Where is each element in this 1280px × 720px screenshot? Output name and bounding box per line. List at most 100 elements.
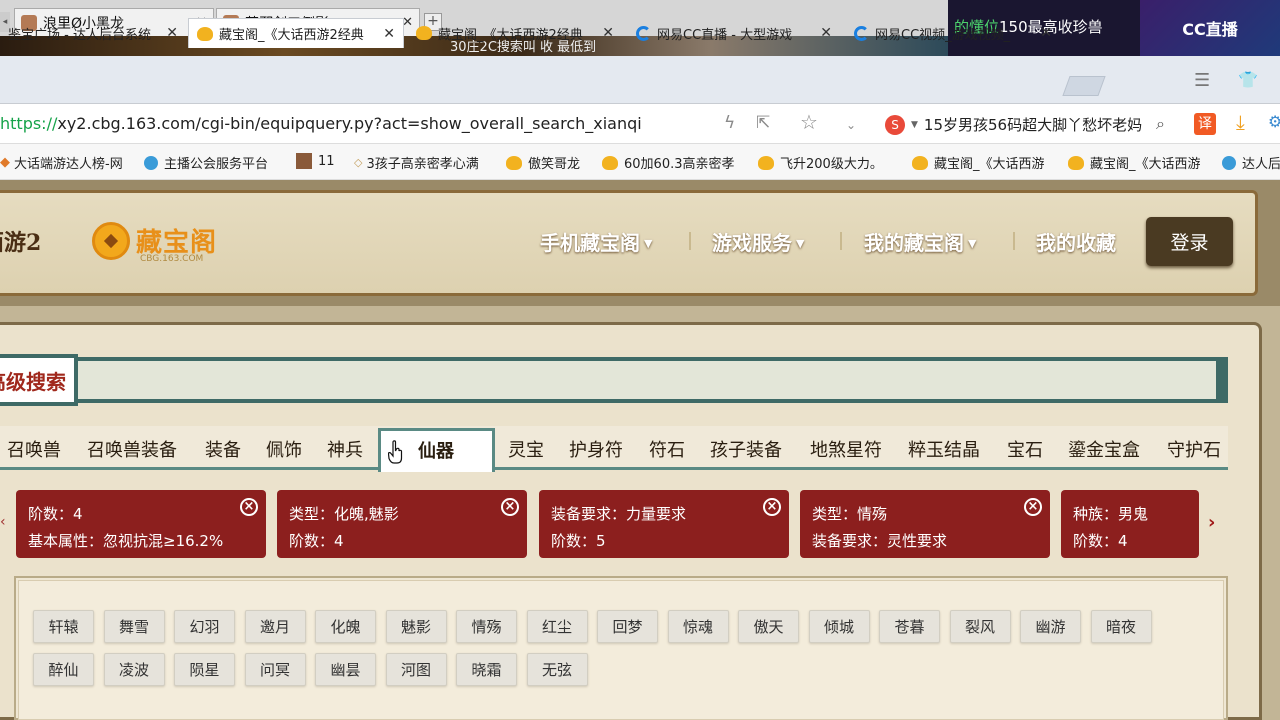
bookmark-favicon-icon <box>144 155 158 170</box>
type-option-chip[interactable]: 红尘 <box>526 610 588 643</box>
tab-child-equipment[interactable]: 孩子装备 <box>710 436 782 462</box>
favorite-star-icon[interactable]: ☆ <box>800 110 818 134</box>
close-icon[interactable]: ✕ <box>383 26 395 42</box>
remove-filter-icon[interactable]: × <box>240 498 258 516</box>
bookmark-1[interactable]: ◆ 大话端游达人榜-网 <box>0 153 136 172</box>
close-icon[interactable]: ✕ <box>166 25 178 41</box>
tab-gem[interactable]: 宝石 <box>1007 436 1043 462</box>
type-option-chip[interactable]: 化魄 <box>315 610 376 643</box>
tab-amulet[interactable]: 护身符 <box>569 436 623 462</box>
search-suggestion[interactable]: S ▼ 15岁男孩56码超大脚丫愁坏老妈 <box>885 114 1142 135</box>
download-icon[interactable]: ⤓ <box>1236 110 1245 134</box>
type-option-chip[interactable]: 惊魂 <box>667 610 729 643</box>
type-option-chip[interactable]: 陨星 <box>174 653 235 686</box>
type-option-chip[interactable]: 轩辕 <box>33 610 94 643</box>
sogou-search-icon: S <box>885 114 905 135</box>
remove-filter-icon[interactable]: × <box>1024 498 1042 516</box>
type-option-chip[interactable]: 幽昙 <box>315 653 376 686</box>
nav-divider <box>1013 232 1015 250</box>
browser-tab-2[interactable]: 藏宝阁_《大话西游2经典 ✕ <box>188 18 404 48</box>
remove-filter-icon[interactable]: × <box>501 498 519 516</box>
type-option-chip[interactable]: 凌波 <box>103 653 165 686</box>
type-option-chip[interactable]: 问冥 <box>244 653 306 686</box>
type-option-chip[interactable]: 回梦 <box>597 610 658 643</box>
cbg-favicon-icon <box>197 26 213 41</box>
type-option-chip[interactable]: 傲天 <box>738 610 799 643</box>
nav-my-cbg[interactable]: 我的藏宝阁 ▼ <box>864 227 976 256</box>
tab-accessory[interactable]: 佩饰 <box>266 436 302 462</box>
bookmark-10[interactable]: 达人后 <box>1222 153 1280 172</box>
bookmark-5[interactable]: 傲笑哥龙 <box>506 153 598 172</box>
type-options-inner <box>18 580 1224 720</box>
cbg-favicon-icon <box>416 26 432 40</box>
bookmark-6[interactable]: 60加60.3高亲密孝 <box>602 153 744 172</box>
type-option-chip[interactable]: 暗夜 <box>1090 610 1152 643</box>
bookmark-8[interactable]: 藏宝阁_《大话西游 <box>912 153 1052 172</box>
type-option-chip[interactable]: 晓霜 <box>456 653 517 686</box>
filter-tag-2: 类型：化魄,魅影 阶数：4 × <box>277 490 527 558</box>
bookmark-7[interactable]: 飞升200级大力。 <box>758 153 898 172</box>
type-option-chip[interactable]: 醉仙 <box>33 653 94 686</box>
tab-pet[interactable]: 召唤兽 <box>7 436 61 462</box>
login-button[interactable]: 登录 <box>1146 217 1233 266</box>
tab-xianqi-label: 仙器 <box>418 441 454 462</box>
scroll-right-arrow-icon[interactable]: › <box>1208 512 1215 533</box>
filter-tag-5: 种族：男鬼 阶数：4 <box>1061 490 1199 558</box>
nav-game-service[interactable]: 游戏服务 ▼ <box>712 227 804 256</box>
scroll-left-arrow-icon[interactable]: ‹ <box>0 514 6 530</box>
tab-guardian-stone[interactable]: 守护石 <box>1167 436 1225 462</box>
translate-icon[interactable]: 译 <box>1194 113 1216 135</box>
tab-jade-crystal[interactable]: 粹玉结晶 <box>908 436 980 462</box>
dropdown-chevron-icon[interactable]: ⌄ <box>846 118 856 132</box>
bookmark-9[interactable]: 藏宝阁_《大话西游 <box>1068 153 1208 172</box>
tools-icon[interactable]: ⚙ <box>1268 112 1280 131</box>
advanced-search-title: 高级搜索 <box>0 354 78 406</box>
url-input[interactable]: https://xy2.cbg.163.com/cgi-bin/equipque… <box>0 114 642 133</box>
nav-mobile-cbg[interactable]: 手机藏宝阁 ▼ <box>540 227 652 256</box>
type-option-chip[interactable]: 无弦 <box>526 653 588 686</box>
close-icon[interactable]: ✕ <box>1040 25 1052 41</box>
type-option-chip[interactable]: 苍暮 <box>879 610 940 643</box>
cc-live-logo: CC直播 <box>1140 0 1280 56</box>
nav-my-favorites[interactable]: 我的收藏 <box>1036 227 1116 256</box>
new-browser-tab-button[interactable] <box>1062 76 1106 96</box>
browser-tab-5[interactable]: 网易CC视频_游戏视频_ ✕ <box>846 18 1060 48</box>
close-icon[interactable]: ✕ <box>602 25 614 41</box>
browser-tab-1[interactable]: 鉴宝广场 - 达人后台系统 ✕ <box>0 18 186 48</box>
bookmark-favicon-icon <box>296 153 312 169</box>
bookmark-2[interactable]: 主播公会服务平台 <box>144 153 286 172</box>
remove-filter-icon[interactable]: × <box>763 498 781 516</box>
browser-tab-4[interactable]: 网易CC直播 - 大型游戏 ✕ <box>628 18 840 48</box>
tab-rune-stone[interactable]: 符石 <box>649 436 685 462</box>
filter-tag-4: 类型：情殇 装备要求：灵性要求 × <box>800 490 1050 558</box>
cbg-logo-icon <box>92 222 130 260</box>
type-option-chip[interactable]: 河图 <box>385 653 447 686</box>
filter-tag-1: 阶数：4 基本属性：忽视抗混≥16.2% × <box>16 490 266 558</box>
type-option-chip[interactable]: 魅影 <box>385 610 447 643</box>
type-option-chip[interactable]: 幽游 <box>1020 610 1081 643</box>
type-option-chip[interactable]: 情殇 <box>456 610 517 643</box>
bookmark-4[interactable]: ◇ 3孩子高亲密孝心满 <box>354 153 494 172</box>
type-option-chip[interactable]: 幻羽 <box>174 610 235 643</box>
bookmark-favicon-icon: ◇ <box>354 156 363 169</box>
tab-gold-box[interactable]: 鎏金宝盒 <box>1068 436 1140 462</box>
search-icon[interactable]: ⌕ <box>1156 114 1165 134</box>
skin-icon[interactable]: 👕 <box>1238 70 1258 89</box>
flash-icon[interactable]: ϟ <box>724 113 735 133</box>
type-options-row-2: 醉仙 凌波 陨星 问冥 幽昙 河图 晓霜 无弦 <box>33 653 1223 687</box>
tab-equipment[interactable]: 装备 <box>205 436 241 462</box>
game-logo[interactable]: 西游2 <box>0 225 41 257</box>
close-icon[interactable]: ✕ <box>820 25 832 41</box>
browser-tab-3[interactable]: 藏宝阁_《大话西游2经典 ✕ <box>408 18 622 48</box>
tab-lingbao[interactable]: 灵宝 <box>508 436 544 462</box>
tab-star-rune[interactable]: 地煞星符 <box>810 436 882 462</box>
tab-pet-equipment[interactable]: 召唤兽装备 <box>87 436 177 462</box>
tab-divine-weapon[interactable]: 神兵 <box>327 436 363 462</box>
type-option-chip[interactable]: 邀月 <box>244 610 306 643</box>
type-option-chip[interactable]: 裂风 <box>949 610 1011 643</box>
menu-icon[interactable]: ☰ <box>1194 70 1210 91</box>
type-option-chip[interactable]: 倾城 <box>808 610 870 643</box>
bookmark-3[interactable]: 11 <box>296 153 344 169</box>
type-option-chip[interactable]: 舞雪 <box>103 610 165 643</box>
share-icon[interactable]: ⇱ <box>756 113 770 133</box>
